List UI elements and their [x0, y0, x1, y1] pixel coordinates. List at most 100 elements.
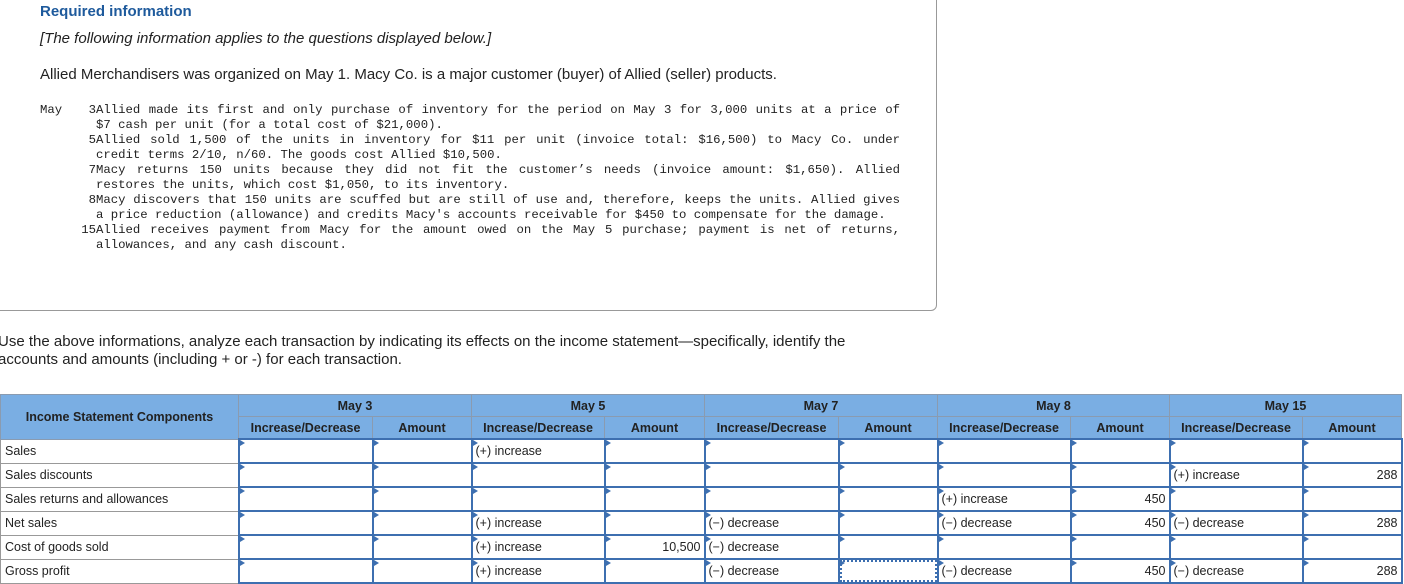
date-header: May 8 — [937, 394, 1170, 417]
increase-decrease-select[interactable]: (−) decrease — [703, 534, 840, 560]
transaction-item: 7 Macy returns 150 units because they did… — [40, 163, 900, 193]
amount-input[interactable]: 10,500 — [603, 534, 706, 560]
transaction-day: 8 — [88, 193, 96, 207]
increase-decrease-select[interactable] — [936, 438, 1072, 464]
increase-decrease-select[interactable] — [703, 438, 840, 464]
amount-input[interactable] — [603, 510, 706, 536]
amount-header: Amount — [838, 416, 938, 440]
amount-input[interactable] — [603, 438, 706, 464]
table-row: Net sales (+) increase (−) decrease (−) dec… — [0, 510, 1403, 536]
amount-input[interactable] — [837, 486, 939, 512]
increase-decrease-select[interactable]: (−) decrease — [936, 510, 1072, 536]
amount-input[interactable] — [837, 462, 939, 488]
transaction-text: Macy returns 150 units because they did … — [96, 163, 900, 192]
table-row: Sales returns and allowances (+) increase… — [0, 486, 1403, 512]
date-header: May 7 — [704, 394, 938, 417]
increase-decrease-header: Increase/Decrease — [238, 416, 373, 440]
amount-input[interactable] — [371, 510, 473, 536]
transaction-item: 5 Allied sold 1,500 of the units in inven… — [40, 133, 900, 163]
increase-decrease-select[interactable]: (+) increase — [1168, 462, 1304, 488]
amount-input[interactable]: 288 — [1301, 462, 1403, 488]
amount-input[interactable] — [1069, 462, 1171, 488]
increase-decrease-select[interactable] — [237, 486, 374, 512]
month-label — [40, 163, 74, 193]
increase-decrease-select[interactable]: (+) increase — [470, 510, 606, 536]
amount-input[interactable] — [603, 462, 706, 488]
row-label: Net sales — [0, 510, 239, 536]
amount-input[interactable] — [837, 534, 939, 560]
increase-decrease-select[interactable] — [470, 486, 606, 512]
header-row-dates: Income Statement Components May 3 May 5 May… — [0, 394, 1402, 440]
transaction-text: Allied made its first and only purchase … — [96, 103, 900, 132]
amount-input[interactable] — [837, 438, 939, 464]
row-label: Sales — [0, 438, 239, 464]
amount-input[interactable] — [837, 510, 939, 536]
amount-input[interactable] — [1301, 534, 1403, 560]
amount-header: Amount — [1070, 416, 1170, 440]
amount-input[interactable] — [1069, 438, 1171, 464]
increase-decrease-select[interactable] — [936, 462, 1072, 488]
date-header: May 5 — [471, 394, 705, 417]
increase-decrease-header: Increase/Decrease — [1169, 416, 1303, 440]
date-header: May 15 — [1169, 394, 1402, 417]
increase-decrease-select[interactable]: (+) increase — [936, 486, 1072, 512]
increase-decrease-select[interactable] — [237, 510, 374, 536]
transaction-text: Allied receives payment from Macy for th… — [96, 223, 900, 252]
transaction-list: May 3 Allied made its first and only purch… — [40, 103, 900, 253]
increase-decrease-select[interactable]: (−) decrease — [703, 558, 840, 584]
amount-input[interactable] — [603, 558, 706, 584]
increase-decrease-select[interactable] — [237, 558, 374, 584]
amount-input[interactable] — [371, 438, 473, 464]
increase-decrease-select[interactable]: (+) increase — [470, 558, 606, 584]
increase-decrease-header: Increase/Decrease — [704, 416, 839, 440]
amount-input[interactable] — [371, 462, 473, 488]
amount-input[interactable]: 288 — [1301, 558, 1403, 584]
increase-decrease-select[interactable] — [703, 462, 840, 488]
transaction-day: 15 — [81, 223, 96, 237]
required-information-panel: Required information [The following info… — [0, 0, 937, 311]
amount-header: Amount — [372, 416, 472, 440]
increase-decrease-select[interactable]: (−) decrease — [936, 558, 1072, 584]
amount-input[interactable]: 288 — [1301, 510, 1403, 536]
month-label — [40, 133, 74, 163]
increase-decrease-select[interactable] — [237, 534, 374, 560]
amount-input[interactable] — [371, 534, 473, 560]
transaction-item: May 3 Allied made its first and only purch… — [40, 103, 900, 133]
info-intro: Allied Merchandisers was organized on Ma… — [40, 66, 777, 83]
row-label: Gross profit — [0, 558, 239, 584]
table-row: Sales (+) increase — [0, 438, 1403, 464]
increase-decrease-select[interactable] — [1168, 486, 1304, 512]
increase-decrease-select[interactable]: (−) decrease — [703, 510, 840, 536]
amount-input[interactable]: 450 — [1069, 486, 1171, 512]
increase-decrease-select[interactable] — [1168, 534, 1304, 560]
increase-decrease-select[interactable] — [237, 438, 374, 464]
amount-input[interactable] — [837, 558, 939, 584]
instructions: Use the above informations, analyze each… — [0, 333, 846, 368]
increase-decrease-select[interactable]: (+) increase — [470, 534, 606, 560]
amount-input[interactable] — [371, 486, 473, 512]
amount-input[interactable] — [603, 486, 706, 512]
amount-input[interactable] — [371, 558, 473, 584]
increase-decrease-select[interactable]: (−) decrease — [1168, 510, 1304, 536]
info-note: [The following information applies to th… — [40, 30, 492, 47]
increase-decrease-select[interactable] — [1168, 438, 1304, 464]
amount-input[interactable] — [1301, 486, 1403, 512]
increase-decrease-select[interactable]: (−) decrease — [1168, 558, 1304, 584]
income-statement-table: Income Statement Components May 3 May 5 May… — [0, 394, 1403, 584]
amount-input[interactable]: 450 — [1069, 510, 1171, 536]
increase-decrease-header: Increase/Decrease — [937, 416, 1071, 440]
increase-decrease-select[interactable] — [237, 462, 374, 488]
amount-input[interactable]: 450 — [1069, 558, 1171, 584]
table-row: Sales discounts (+) increase 288 — [0, 462, 1403, 488]
amount-input[interactable] — [1069, 534, 1171, 560]
transaction-day: 3 — [88, 103, 96, 117]
increase-decrease-select[interactable]: (+) increase — [470, 438, 606, 464]
corner-header: Income Statement Components — [0, 394, 239, 440]
increase-decrease-select[interactable] — [470, 462, 606, 488]
increase-decrease-select[interactable] — [703, 486, 840, 512]
month-label — [40, 223, 74, 253]
row-label: Sales discounts — [0, 462, 239, 488]
amount-header: Amount — [1302, 416, 1402, 440]
amount-input[interactable] — [1301, 438, 1403, 464]
increase-decrease-select[interactable] — [936, 534, 1072, 560]
